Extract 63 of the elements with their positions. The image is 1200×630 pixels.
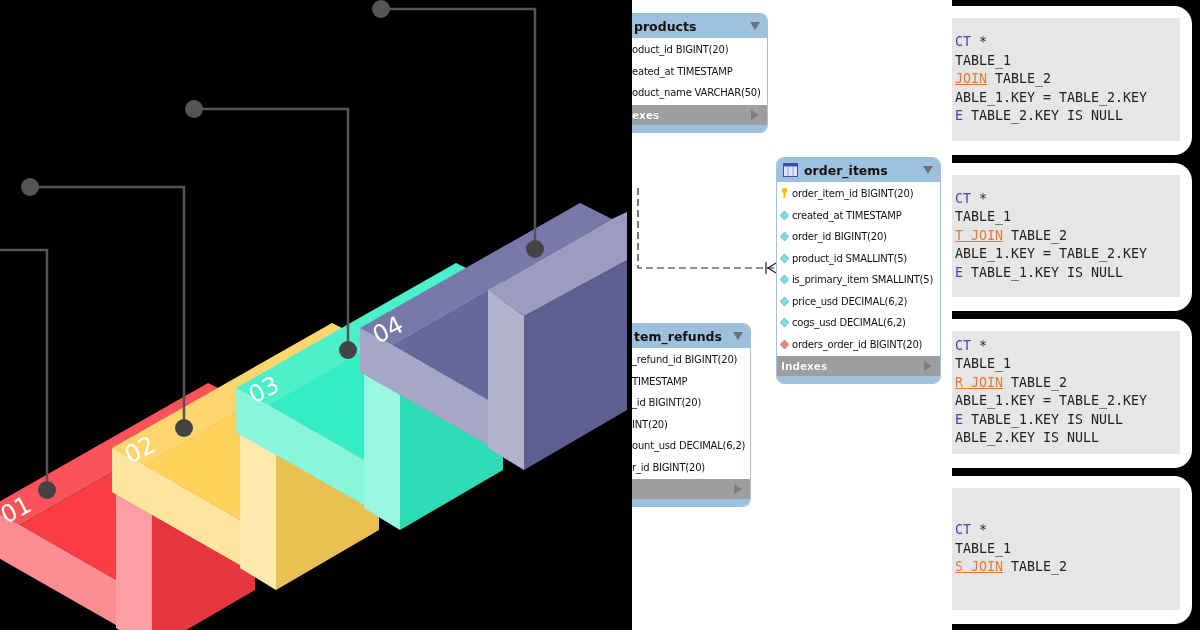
column-label: orders_order_id BIGINT(20) <box>792 338 923 350</box>
indexes-label: exes <box>632 108 660 121</box>
code-line: CT * <box>955 336 989 355</box>
step-number: 03 <box>244 370 284 410</box>
diamond-icon <box>780 210 789 220</box>
table-name: order_items <box>804 162 888 178</box>
collapse-icon[interactable] <box>750 22 760 30</box>
column-label: r_id BIGINT(20) <box>632 461 706 473</box>
code-line: ABLE_1.KEY = TABLE_2.KEY <box>955 245 1149 264</box>
table-name: products <box>634 18 697 34</box>
column-label: _refund_id BIGINT(20) <box>632 354 738 366</box>
column-label: _id BIGINT(20) <box>632 397 702 409</box>
code-line: CT * <box>955 521 989 539</box>
code-line: S JOIN TABLE_2 <box>955 558 1069 577</box>
step-number: 02 <box>120 430 160 470</box>
indexes-label: Indexes <box>781 360 828 372</box>
code-line: E TABLE_1.KEY IS NULL <box>955 263 1125 282</box>
code-line: TABLE_1 <box>955 208 1013 227</box>
column-label: is_primary_item SMALLINT(5) <box>792 274 934 286</box>
step-number: 01 <box>0 490 36 530</box>
code-line: E TABLE_1.KEY IS NULL <box>955 410 1125 430</box>
code-line: R JOIN TABLE_2 <box>955 373 1069 393</box>
expand-icon[interactable] <box>751 109 759 120</box>
table-node[interactable] <box>776 157 941 384</box>
code-line: JOIN TABLE_2 <box>955 70 1053 89</box>
column-label: oduct_id BIGINT(20) <box>632 44 729 56</box>
diamond-icon <box>780 339 789 349</box>
code-line: TABLE_1 <box>955 539 1013 558</box>
code-line: TABLE_1 <box>955 355 1013 374</box>
diamond-icon <box>780 253 789 263</box>
code-line: ABLE_2.KEY IS NULL <box>955 429 1101 448</box>
column-label: TIMESTAMP <box>632 375 688 387</box>
column-label: order_id BIGINT(20) <box>792 231 887 243</box>
table-icon <box>783 163 798 177</box>
expand-icon[interactable] <box>924 361 932 371</box>
column-label: eated_at TIMESTAMP <box>632 65 733 77</box>
table-name: tem_refunds <box>634 328 722 344</box>
code-line: E TABLE_2.KEY IS NULL <box>955 107 1125 126</box>
column-label: oduct_name VARCHAR(50) <box>632 87 761 99</box>
collapse-icon[interactable] <box>923 166 933 174</box>
collapse-icon[interactable] <box>733 332 743 340</box>
diamond-icon <box>780 232 789 242</box>
code-line: CT * <box>955 189 989 208</box>
key-icon <box>780 188 789 200</box>
step-number: 04 <box>368 310 408 350</box>
diamond-icon <box>780 318 789 328</box>
table-node[interactable]: tem_refunds _refund_id BIGINT(20) TIMESTAMP _id BIGINT(20) INT(20) ount_usd DECIMAL(6,2) r_id BIGINT(20) <box>632 323 751 507</box>
column-label: INT(20) <box>632 418 668 430</box>
code-line: ABLE_1.KEY = TABLE_2.KEY <box>955 88 1149 107</box>
column-label: ount_usd DECIMAL(6,2) <box>632 440 746 452</box>
diamond-icon <box>780 275 789 285</box>
diamond-icon <box>780 296 789 306</box>
column-label: created_at TIMESTAMP <box>792 209 902 221</box>
column-label: cogs_usd DECIMAL(6,2) <box>792 317 906 329</box>
column-label: price_usd DECIMAL(6,2) <box>792 295 908 307</box>
expand-icon[interactable] <box>734 484 742 494</box>
code-line: CT * <box>955 33 989 51</box>
column-label: order_item_id BIGINT(20) <box>792 188 914 200</box>
column-label: product_id SMALLINT(5) <box>792 252 908 264</box>
code-line: T JOIN TABLE_2 <box>955 226 1069 245</box>
table-node[interactable]: products oduct_id BIGINT(20) eated_at TIMESTAMP oduct_name VARCHAR(50) exes <box>632 13 768 133</box>
code-line: ABLE_1.KEY = TABLE_2.KEY <box>955 392 1149 411</box>
code-line: TABLE_1 <box>955 51 1013 70</box>
